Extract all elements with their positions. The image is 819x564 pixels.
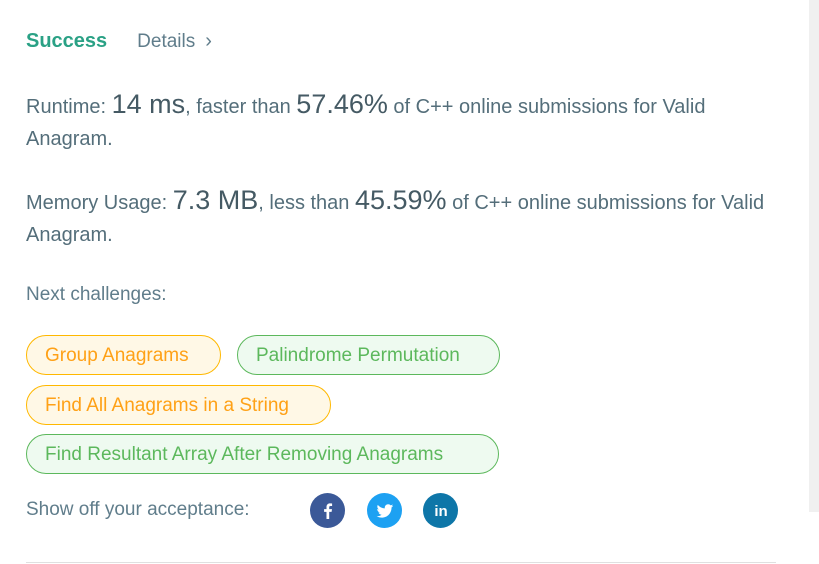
challenge-chip-palindrome-permutation[interactable]: Palindrome Permutation xyxy=(237,335,500,375)
next-challenges-label: Next challenges: xyxy=(26,284,167,305)
facebook-share-button[interactable] xyxy=(310,493,345,528)
memory-percent: 45.59% xyxy=(354,185,447,215)
details-label: Details xyxy=(137,30,196,52)
runtime-comparison: , faster than xyxy=(185,96,297,118)
chevron-right-icon: › xyxy=(205,29,212,52)
share-label: Show off your acceptance: xyxy=(26,499,250,520)
memory-value: 7.3 MB xyxy=(172,185,259,215)
linkedin-text: in xyxy=(434,503,447,520)
linkedin-icon: in xyxy=(434,503,447,520)
runtime-value: 14 ms xyxy=(111,89,186,119)
runtime-percent: 57.46% xyxy=(296,89,388,119)
challenge-chip-find-resultant-array[interactable]: Find Resultant Array After Removing Anag… xyxy=(26,434,499,474)
runtime-label: Runtime: xyxy=(26,96,112,118)
facebook-icon xyxy=(323,502,332,519)
twitter-share-button[interactable] xyxy=(367,493,402,528)
scrollbar[interactable] xyxy=(809,0,819,512)
twitter-icon xyxy=(376,503,393,518)
result-header: Success Details › xyxy=(26,30,212,53)
memory-label: Memory Usage: xyxy=(26,192,173,214)
challenge-chip-find-all-anagrams[interactable]: Find All Anagrams in a String xyxy=(26,385,331,425)
runtime-stat: Runtime: 14 ms, faster than 57.46% of C+… xyxy=(26,88,766,155)
linkedin-share-button[interactable]: in xyxy=(423,493,458,528)
bottom-divider xyxy=(26,562,776,563)
details-link[interactable]: Details › xyxy=(137,31,212,53)
memory-stat: Memory Usage: 7.3 MB, less than 45.59% o… xyxy=(26,184,766,251)
challenge-chip-group-anagrams[interactable]: Group Anagrams xyxy=(26,335,221,375)
status-label: Success xyxy=(26,30,108,52)
memory-comparison: , less than xyxy=(258,192,355,214)
submission-result-panel: Success Details › Runtime: 14 ms, faster… xyxy=(26,0,776,564)
